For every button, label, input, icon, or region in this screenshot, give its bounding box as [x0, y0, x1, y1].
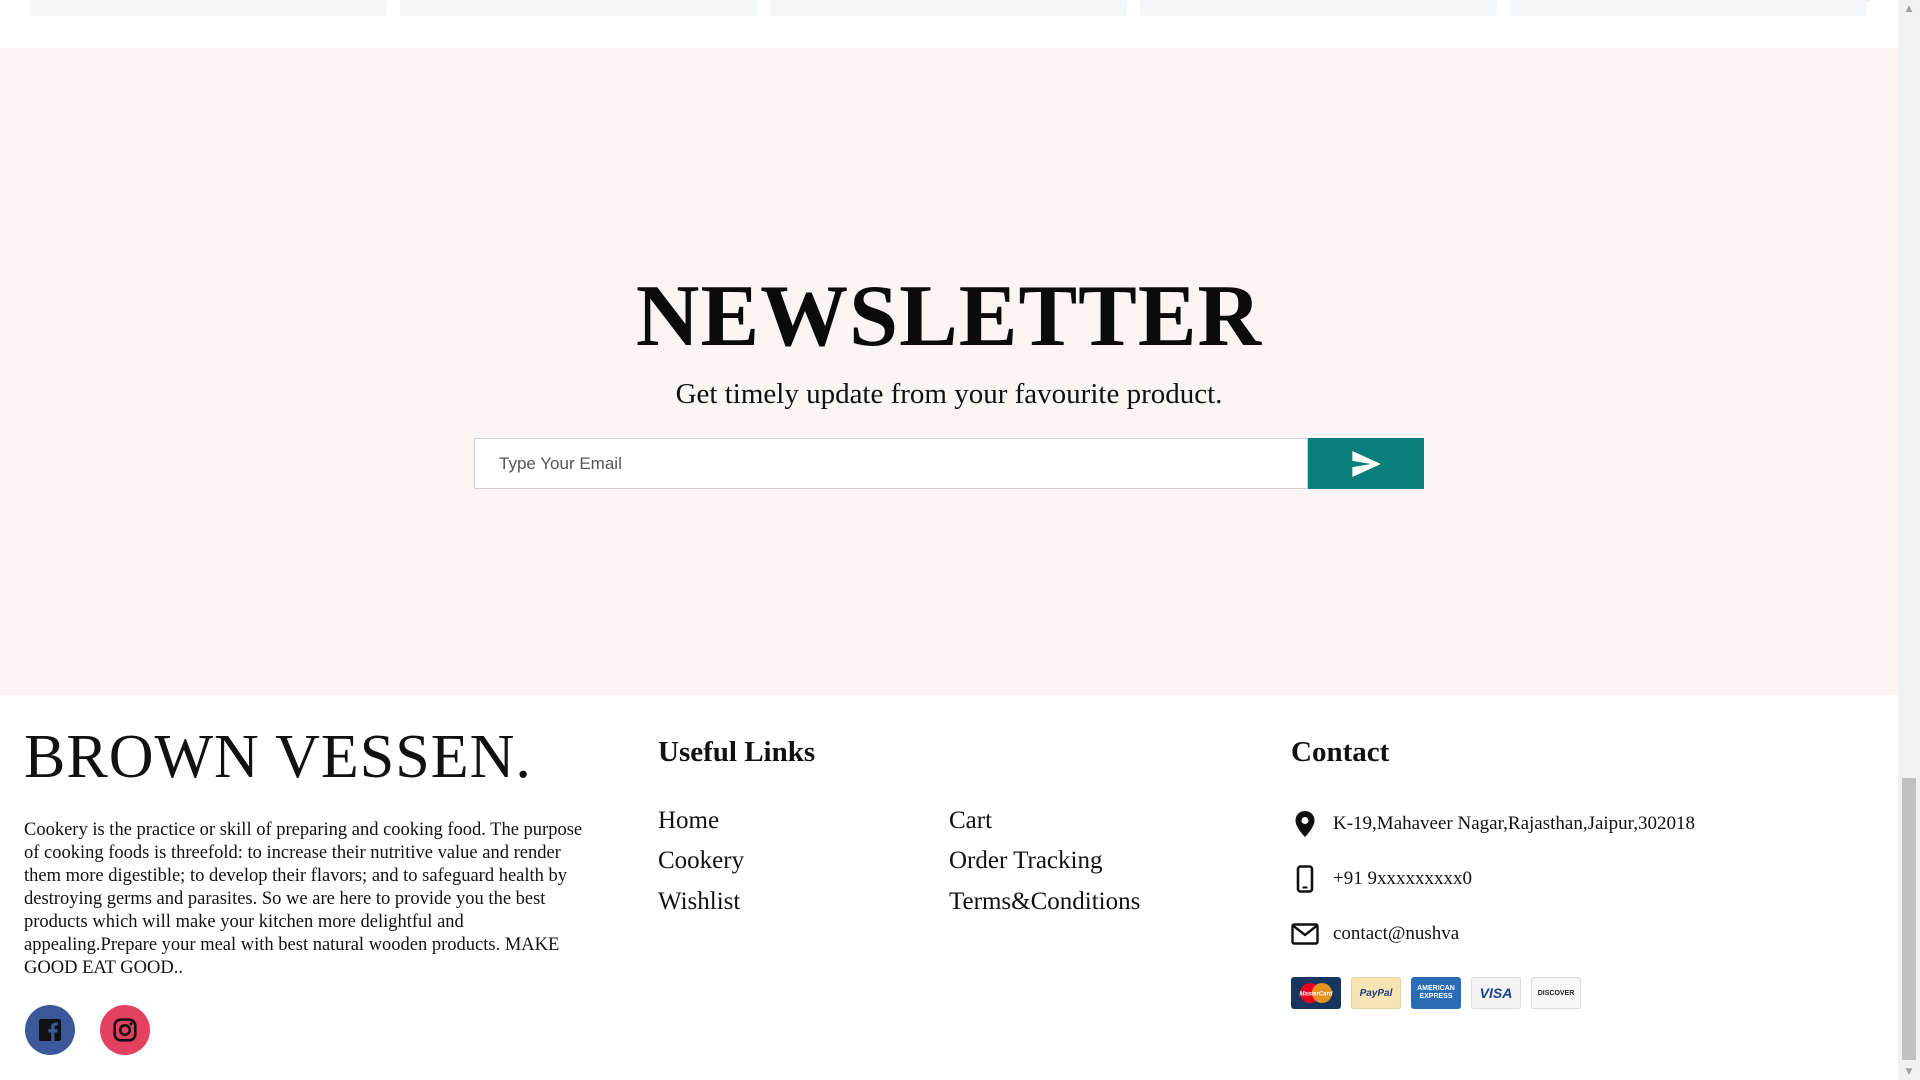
product-card-strip: [30, 0, 1870, 16]
visa-icon: VISA: [1471, 977, 1521, 1009]
newsletter-section: NEWSLETTER Get timely update from your f…: [0, 48, 1898, 695]
contact-phone: +91 9xxxxxxxxx0: [1291, 864, 1472, 894]
footer-link-cookery[interactable]: Cookery: [658, 846, 744, 876]
product-card[interactable]: [1510, 0, 1867, 16]
amex-icon: AMERICAN EXPRESS: [1411, 977, 1461, 1009]
footer-link-terms[interactable]: Terms&Conditions: [949, 887, 1140, 917]
scroll-up-arrow-icon[interactable]: ▲: [1898, 0, 1920, 17]
scrollbar-thumb[interactable]: [1902, 778, 1916, 1060]
mastercard-label: MasterCard: [1299, 992, 1332, 998]
product-card[interactable]: [770, 0, 1870, 16]
instagram-button[interactable]: [100, 1005, 150, 1055]
facebook-icon: [39, 1019, 61, 1041]
contact-email-text[interactable]: contact@nushva: [1333, 923, 1459, 945]
location-pin-icon: [1291, 810, 1319, 838]
newsletter-email-input[interactable]: [474, 438, 1308, 489]
scroll-down-arrow-icon[interactable]: ▼: [1898, 1063, 1920, 1080]
mastercard-icon: MasterCard: [1291, 977, 1341, 1009]
newsletter-submit-button[interactable]: [1308, 438, 1424, 489]
product-card[interactable]: [30, 0, 387, 16]
contact-email: contact@nushva: [1291, 919, 1459, 949]
mobile-phone-icon: [1291, 865, 1319, 893]
footer-link-wishlist[interactable]: Wishlist: [658, 887, 740, 917]
discover-icon: DISCOVER: [1531, 977, 1581, 1009]
contact-phone-text[interactable]: +91 9xxxxxxxxx0: [1333, 868, 1472, 890]
newsletter-title: NEWSLETTER: [635, 268, 1263, 365]
facebook-button[interactable]: [25, 1005, 75, 1055]
useful-links-title: Useful Links: [658, 736, 816, 768]
vertical-scrollbar[interactable]: ▲ ▼: [1898, 0, 1920, 1080]
contact-title: Contact: [1291, 736, 1390, 768]
footer-link-cart[interactable]: Cart: [949, 806, 992, 836]
send-icon: [1352, 450, 1381, 477]
contact-address: K-19,Mahaveer Nagar,Rajasthan,Jaipur,302…: [1291, 809, 1695, 839]
paypal-icon: PayPal: [1351, 977, 1401, 1009]
footer-link-order-tracking[interactable]: Order Tracking: [949, 846, 1102, 876]
footer-link-home[interactable]: Home: [658, 806, 719, 836]
about-text: Cookery is the practice or skill of prep…: [24, 820, 583, 978]
site-footer: BROWN VESSEN. Cookery is the practice or…: [0, 695, 1898, 1080]
product-card[interactable]: [400, 0, 757, 16]
product-card[interactable]: [1140, 0, 1497, 16]
envelope-icon: [1291, 920, 1319, 948]
newsletter-subtitle: Get timely update from your favourite pr…: [675, 378, 1223, 410]
brand-logo-text[interactable]: BROWN VESSEN.: [24, 722, 532, 792]
newsletter-form: [474, 438, 1424, 489]
instagram-icon: [113, 1018, 137, 1042]
contact-address-text: K-19,Mahaveer Nagar,Rajasthan,Jaipur,302…: [1333, 813, 1696, 834]
